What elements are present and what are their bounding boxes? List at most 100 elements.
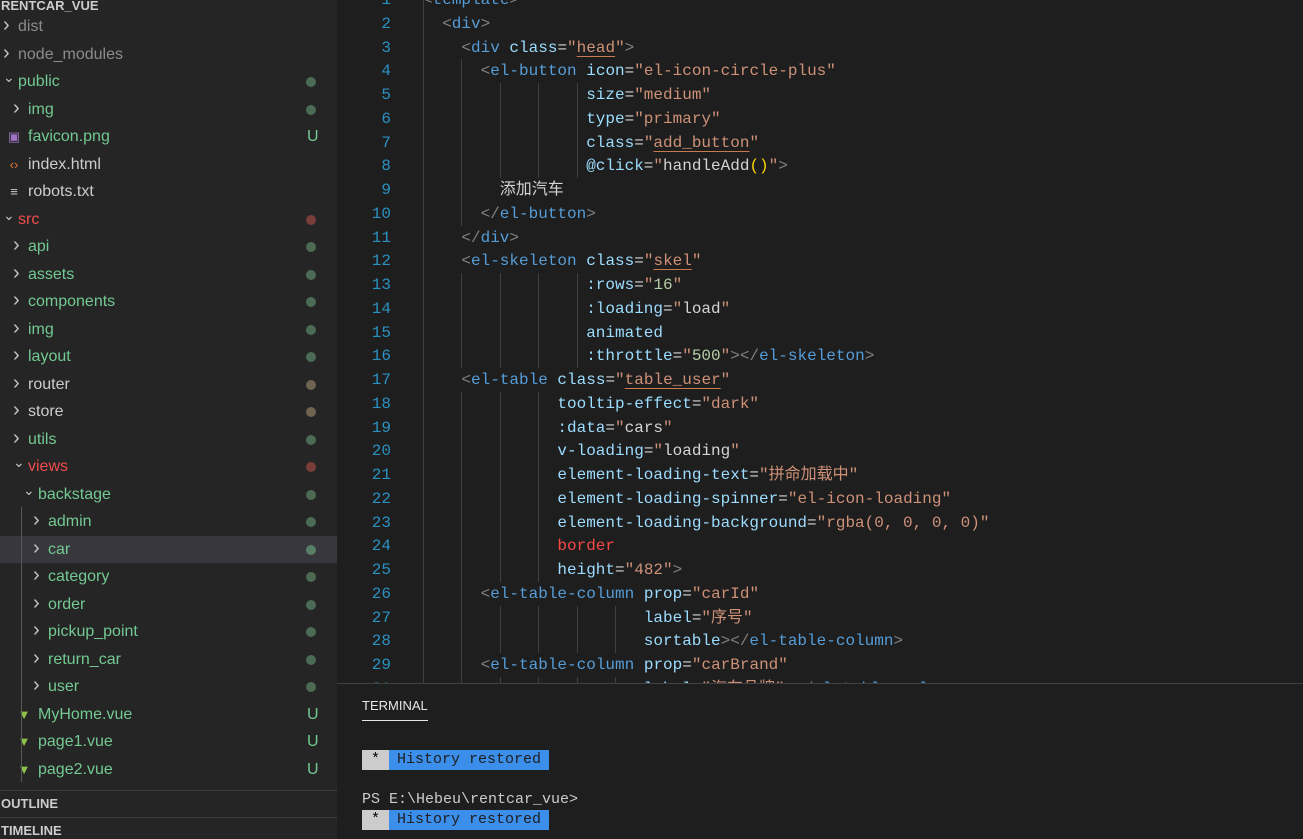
chevron-right-icon[interactable]: › bbox=[33, 536, 45, 561]
tree-item-backstage[interactable]: ⌄ backstage bbox=[0, 481, 337, 508]
code-token: < bbox=[461, 252, 471, 271]
code-token: "rgba(0, 0, 0, 0)" bbox=[816, 513, 990, 532]
chevron-right-icon[interactable]: › bbox=[13, 398, 25, 423]
tree-item-assets[interactable]: › assets bbox=[0, 261, 337, 288]
git-untracked-badge: U bbox=[307, 705, 319, 723]
code-line: 27 label="序号" bbox=[337, 605, 1303, 630]
line-number: 4 bbox=[381, 62, 391, 81]
code-text: <div> bbox=[442, 12, 490, 36]
chevron-right-icon[interactable]: › bbox=[3, 13, 15, 38]
chevron-down-icon[interactable]: ⌄ bbox=[23, 481, 35, 499]
tree-item-public[interactable]: ⌄ public bbox=[0, 68, 337, 95]
tree-item-label: pickup_point bbox=[48, 623, 138, 640]
chevron-right-icon[interactable]: › bbox=[33, 563, 45, 588]
indent-guide bbox=[461, 415, 463, 440]
chevron-right-icon[interactable]: › bbox=[13, 426, 25, 451]
tree-item-page1-vue[interactable]: ▼ page1.vue U bbox=[0, 728, 337, 755]
chevron-right-icon[interactable]: › bbox=[33, 591, 45, 616]
indent-guide bbox=[461, 558, 463, 582]
chevron-down-icon[interactable]: ⌄ bbox=[3, 68, 15, 86]
chevron-right-icon[interactable]: › bbox=[33, 618, 45, 643]
code-text: </el-button> bbox=[481, 202, 596, 226]
code-token: " bbox=[672, 299, 683, 318]
code-token: :data bbox=[557, 418, 606, 437]
code-line: 19:data="cars" bbox=[337, 415, 1303, 440]
tree-item-label: router bbox=[28, 375, 70, 393]
code-token: head bbox=[576, 38, 616, 57]
code-text: element-loading-spinner="el-icon-loading… bbox=[557, 487, 951, 511]
code-token: > bbox=[778, 157, 788, 176]
chevron-right-icon[interactable]: › bbox=[33, 673, 45, 698]
code-text: size="medium" bbox=[586, 83, 711, 107]
code-token: "el-icon-loading" bbox=[787, 489, 952, 508]
chevron-right-icon[interactable]: › bbox=[13, 96, 25, 121]
tree-item-pickup-point[interactable]: › pickup_point bbox=[0, 618, 337, 645]
git-status-dot bbox=[306, 352, 316, 362]
chevron-right-icon[interactable]: › bbox=[13, 233, 25, 258]
tree-item-label: layout bbox=[28, 348, 71, 365]
chevron-down-icon[interactable]: ⌄ bbox=[13, 453, 25, 471]
code-line: 11 </div> bbox=[337, 226, 1303, 250]
tab-terminal[interactable]: TERMINAL bbox=[362, 698, 428, 721]
tree-item-user[interactable]: › user bbox=[0, 673, 337, 700]
tree-item-admin[interactable]: › admin bbox=[0, 508, 337, 535]
chevron-right-icon[interactable]: › bbox=[13, 288, 25, 313]
code-token: class bbox=[557, 371, 606, 389]
tree-item-label: car bbox=[48, 540, 71, 558]
code-token: " bbox=[653, 442, 664, 461]
code-editor[interactable]: 1 <template> 2 <div> 3 <div class="head"> 4 <el… bbox=[337, 0, 1303, 683]
timeline-section-header[interactable]: TIMELINE bbox=[0, 817, 337, 839]
indent-guide bbox=[461, 344, 463, 369]
tree-item-favicon-png[interactable]: ▣ favicon.png U bbox=[0, 123, 337, 150]
git-status-dot bbox=[306, 599, 316, 610]
code-token: " bbox=[663, 418, 673, 437]
tree-item-store[interactable]: › store bbox=[0, 398, 337, 425]
tree-item-car[interactable]: › car bbox=[0, 535, 337, 563]
code-token: add_button bbox=[653, 133, 750, 152]
tree-item-order[interactable]: › order bbox=[0, 591, 337, 618]
tree-item-category[interactable]: › category bbox=[0, 563, 337, 590]
chevron-right-icon[interactable]: › bbox=[13, 316, 25, 341]
code-text: element-loading-text="拼命加载中" bbox=[557, 463, 858, 487]
line-number: 9 bbox=[381, 181, 391, 199]
chevron-down-icon[interactable]: ⌄ bbox=[3, 206, 15, 224]
tree-item-src[interactable]: ⌄ src bbox=[0, 206, 337, 233]
tree-item-page2-vue[interactable]: ▼ page2.vue U bbox=[0, 756, 337, 783]
tree-item-myhome-vue[interactable]: ▼ MyHome.vue U bbox=[0, 701, 337, 728]
tree-item-components[interactable]: › components bbox=[0, 288, 337, 315]
code-token: = bbox=[605, 418, 616, 437]
chevron-right-icon[interactable]: › bbox=[3, 41, 15, 66]
tree-item-views[interactable]: ⌄ views bbox=[0, 453, 337, 480]
indent-guide bbox=[461, 439, 463, 464]
tree-item-robots-txt[interactable]: ≡ robots.txt bbox=[0, 178, 337, 205]
code-token: prop bbox=[643, 584, 683, 603]
code-token: " bbox=[672, 276, 683, 294]
tree-item-layout[interactable]: › layout bbox=[0, 343, 337, 370]
tree-item-router[interactable]: › router bbox=[0, 371, 337, 398]
tree-item-img[interactable]: › img bbox=[0, 316, 337, 343]
tree-item-dist[interactable]: › dist bbox=[0, 13, 337, 40]
tree-item-return-car[interactable]: › return_car bbox=[0, 646, 337, 673]
explorer-root-title[interactable]: RENTCAR_VUE bbox=[1, 0, 99, 12]
code-line: 28 sortable></el-table-column> bbox=[337, 629, 1303, 654]
tree-item-utils[interactable]: › utils bbox=[0, 426, 337, 453]
code-token: " bbox=[768, 157, 779, 176]
chevron-right-icon[interactable]: › bbox=[13, 371, 25, 396]
terminal-prompt[interactable]: PS E:\Hebeu\rentcar_vue> bbox=[362, 790, 578, 810]
tree-item-api[interactable]: › api bbox=[0, 233, 337, 260]
indent-guide bbox=[538, 273, 540, 297]
chevron-right-icon[interactable]: › bbox=[13, 261, 25, 286]
chevron-right-icon[interactable]: › bbox=[33, 646, 45, 671]
tree-item-node-modules[interactable]: › node_modules bbox=[0, 41, 337, 68]
tree-item-img[interactable]: › img bbox=[0, 96, 337, 123]
chevron-right-icon[interactable]: › bbox=[13, 343, 25, 368]
code-token: = bbox=[634, 133, 644, 152]
outline-section-header[interactable]: OUTLINE bbox=[0, 790, 337, 816]
indent-guide bbox=[499, 558, 501, 582]
chevron-right-icon[interactable]: › bbox=[33, 508, 45, 533]
indent-guide bbox=[461, 605, 463, 630]
code-token: " bbox=[653, 157, 664, 176]
tree-item-index-html[interactable]: ‹› index.html bbox=[0, 151, 337, 178]
